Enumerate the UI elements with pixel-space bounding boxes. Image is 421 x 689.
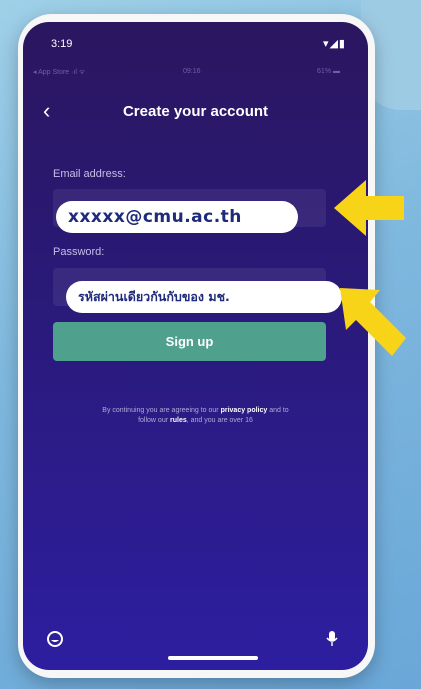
page-title: Create your account	[122, 103, 269, 120]
microphone-icon[interactable]	[326, 631, 338, 650]
email-callout: xxxxx@cmu.ac.th	[56, 201, 298, 233]
rules-link[interactable]: rules	[170, 417, 187, 424]
inner-status-battery: 61% ▬	[317, 68, 340, 75]
arrow-email-icon	[334, 180, 404, 236]
status-time: 3:19	[51, 38, 73, 50]
password-label: Password:	[53, 246, 105, 258]
privacy-policy-link[interactable]: privacy policy	[221, 407, 268, 414]
password-callout: รหัสผ่านเดียวกันกับของ มช.	[66, 281, 342, 313]
signup-button[interactable]: Sign up	[53, 322, 326, 361]
inner-status-left: ◂ App Store ·ıl ᯤ	[33, 69, 86, 76]
email-label: Email address:	[53, 168, 126, 180]
arrow-password-icon	[340, 288, 406, 356]
status-bar: 3:19 ▾◢▮	[23, 22, 368, 62]
inner-status-bar: ◂ App Store ·ıl ᯤ 09:16 61% ▬	[23, 68, 368, 80]
smiley-icon[interactable]	[47, 631, 63, 650]
terms-text: By continuing you are agreeing to our pr…	[102, 407, 289, 424]
inner-status-time: 09:16	[183, 68, 201, 75]
app-screen: 3:19 ▾◢▮ ◂ App Store ·ıl ᯤ 09:16 61% ▬ ‹…	[23, 22, 368, 670]
home-indicator	[168, 656, 258, 660]
status-icons: ▾◢▮	[322, 38, 346, 50]
